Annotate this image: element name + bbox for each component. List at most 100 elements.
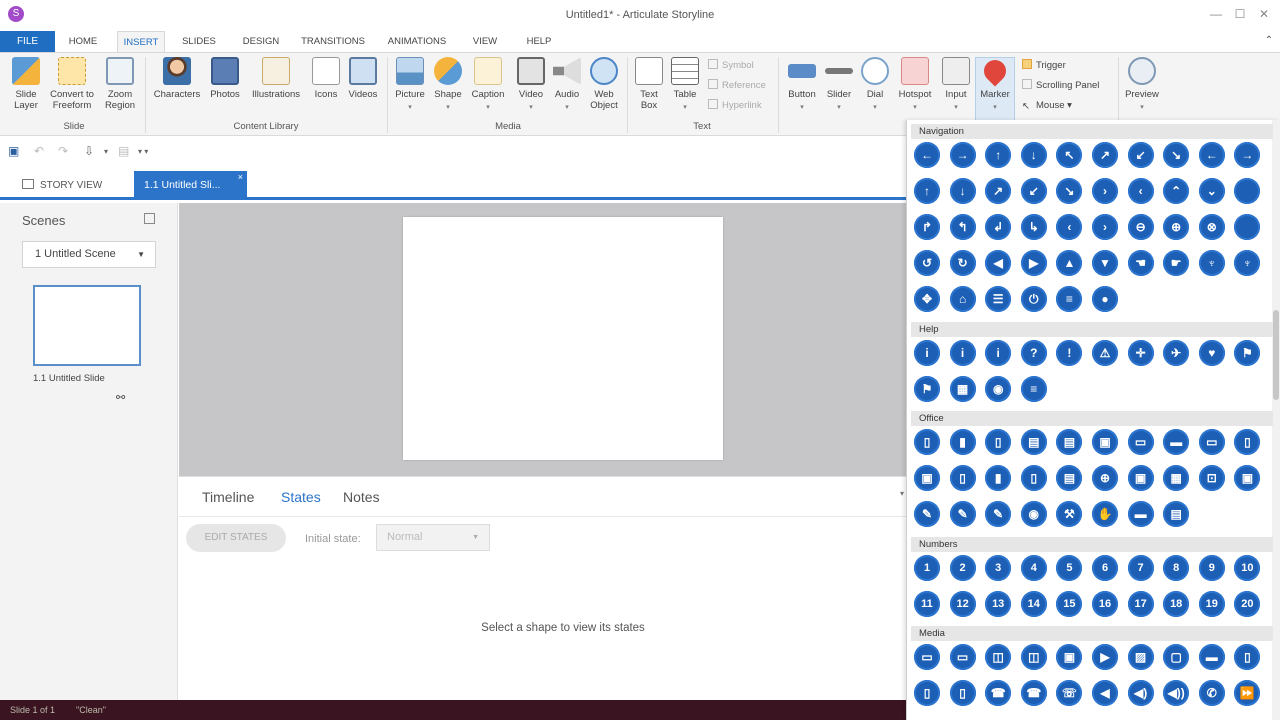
marker-media-icon[interactable]: ▯ — [1234, 644, 1261, 670]
publish-icon[interactable]: ⇩ — [84, 144, 94, 158]
marker-office-icon[interactable]: ✎ — [949, 501, 976, 527]
marker-navigation-icon[interactable]: ← — [914, 142, 940, 168]
marker-office-icon[interactable]: ⚒ — [1056, 501, 1083, 527]
slide-thumbnail[interactable] — [33, 285, 141, 366]
slider-button[interactable]: Slider ▾ — [822, 57, 856, 113]
marker-number-12[interactable]: 12 — [949, 591, 976, 617]
marker-number-11[interactable]: 11 — [914, 591, 940, 617]
icons-button[interactable]: Icons — [310, 57, 342, 100]
marker-office-icon[interactable]: ⊕ — [1092, 465, 1118, 491]
marker-navigation-icon[interactable]: ‹ — [1127, 178, 1154, 204]
marker-navigation-icon[interactable]: ⊕ — [1163, 214, 1190, 240]
marker-number-5[interactable]: 5 — [1056, 555, 1083, 581]
tab-animations[interactable]: ANIMATIONS — [381, 31, 453, 52]
tab-notes[interactable]: Notes — [343, 489, 380, 505]
marker-office-icon[interactable]: ▯ — [914, 429, 940, 455]
marker-help-icon[interactable]: i — [914, 340, 940, 366]
marker-navigation-icon[interactable]: ↘ — [1056, 178, 1083, 204]
marker-office-icon[interactable]: ▤ — [1056, 465, 1083, 491]
marker-navigation-icon[interactable]: ▲ — [1056, 250, 1083, 276]
marker-number-13[interactable]: 13 — [985, 591, 1012, 617]
marker-navigation-icon[interactable]: ⏻ — [1020, 286, 1047, 312]
marker-navigation-icon[interactable]: ↓ — [1020, 142, 1047, 168]
marker-media-icon[interactable]: ◀)) — [1163, 680, 1190, 706]
marker-navigation-icon[interactable]: ♆ — [1234, 250, 1261, 276]
marker-office-icon[interactable]: ▣ — [1127, 465, 1154, 491]
tab-states[interactable]: States — [281, 489, 321, 505]
format-painter-icon[interactable]: ▤ — [118, 144, 129, 158]
marker-navigation-icon[interactable]: ◀ — [985, 250, 1012, 276]
marker-navigation-icon[interactable]: ↖ — [1056, 142, 1083, 168]
hotspot-button[interactable]: Hotspot ▾ — [894, 57, 936, 113]
marker-navigation-icon[interactable]: ● — [1092, 286, 1118, 312]
marker-office-icon[interactable]: ▣ — [914, 465, 940, 491]
marker-office-icon[interactable]: ▣ — [1234, 465, 1261, 491]
marker-navigation-icon[interactable]: ☛ — [1163, 250, 1190, 276]
marker-number-10[interactable]: 10 — [1234, 555, 1261, 581]
marker-media-icon[interactable]: ▭ — [949, 644, 976, 670]
marker-office-icon[interactable]: ✎ — [914, 501, 940, 527]
photos-button[interactable]: Photos — [205, 57, 245, 100]
trigger-button[interactable]: Trigger — [1022, 59, 1066, 73]
marker-office-icon[interactable]: ▭ — [1127, 429, 1154, 455]
marker-navigation-icon[interactable]: ↑ — [914, 178, 940, 204]
marker-office-icon[interactable]: ✋ — [1092, 501, 1118, 527]
tab-slides[interactable]: SLIDES — [175, 31, 223, 52]
marker-navigation-icon[interactable] — [1234, 214, 1261, 240]
marker-help-icon[interactable]: ✈ — [1163, 340, 1190, 366]
tab-design[interactable]: DESIGN — [236, 31, 286, 52]
videos-button[interactable]: Videos — [344, 57, 382, 100]
marker-navigation-icon[interactable]: ↻ — [949, 250, 976, 276]
marker-media-icon[interactable]: ◫ — [1020, 644, 1047, 670]
marker-office-icon[interactable]: ▯ — [949, 465, 976, 491]
marker-media-icon[interactable]: ◫ — [985, 644, 1012, 670]
slide-stage[interactable] — [403, 217, 723, 460]
customize-toolbar-icon[interactable]: ▾ ▾ — [138, 147, 148, 156]
marker-help-icon[interactable]: ♥ — [1198, 340, 1225, 366]
minimize-button[interactable]: — — [1204, 4, 1228, 24]
marker-navigation-icon[interactable]: ☚ — [1127, 250, 1154, 276]
marker-navigation-icon[interactable]: ⌄ — [1198, 178, 1225, 204]
gallery-scrollbar[interactable] — [1272, 120, 1280, 720]
marker-media-icon[interactable]: ▯ — [949, 680, 976, 706]
edit-states-button[interactable]: EDIT STATES — [186, 524, 286, 552]
marker-navigation-icon[interactable]: ‹ — [1056, 214, 1083, 240]
marker-number-15[interactable]: 15 — [1056, 591, 1083, 617]
marker-navigation-icon[interactable]: ↙ — [1020, 178, 1047, 204]
collapse-panel-icon[interactable]: ▾ — [900, 489, 904, 498]
collapse-ribbon-icon[interactable]: ⌃ — [1262, 33, 1276, 49]
illustrations-button[interactable]: Illustrations — [246, 57, 306, 100]
marker-office-icon[interactable]: ◉ — [1020, 501, 1047, 527]
marker-navigation-icon[interactable]: ✥ — [914, 286, 940, 312]
marker-media-icon[interactable]: ☎ — [985, 680, 1012, 706]
marker-navigation-icon[interactable]: ↙ — [1127, 142, 1154, 168]
marker-navigation-icon[interactable]: ↘ — [1163, 142, 1190, 168]
marker-office-icon[interactable]: ▬ — [1163, 429, 1190, 455]
marker-help-icon[interactable]: ▦ — [949, 376, 976, 402]
marker-help-icon[interactable]: i — [985, 340, 1012, 366]
marker-help-icon[interactable]: ! — [1056, 340, 1083, 366]
marker-navigation-icon[interactable]: › — [1092, 214, 1118, 240]
marker-office-icon[interactable]: ▯ — [1020, 465, 1047, 491]
marker-office-icon[interactable]: ▭ — [1198, 429, 1225, 455]
caption-button[interactable]: Caption ▾ — [467, 57, 509, 113]
marker-help-icon[interactable]: i — [949, 340, 976, 366]
marker-office-icon[interactable]: ⊡ — [1198, 465, 1225, 491]
marker-number-2[interactable]: 2 — [949, 555, 976, 581]
mouse-button[interactable]: ↖ Mouse ▾ — [1022, 99, 1072, 113]
reference-button[interactable]: Reference — [708, 79, 766, 93]
tab-help[interactable]: HELP — [520, 31, 558, 52]
marker-number-6[interactable]: 6 — [1092, 555, 1118, 581]
story-view-tab[interactable]: STORY VIEW — [22, 175, 102, 197]
symbol-button[interactable]: Symbol — [708, 59, 754, 73]
marker-office-icon[interactable]: ▯ — [1234, 429, 1261, 455]
marker-media-icon[interactable]: ▢ — [1163, 644, 1190, 670]
marker-navigation-icon[interactable]: ↓ — [949, 178, 976, 204]
marker-number-7[interactable]: 7 — [1127, 555, 1154, 581]
marker-navigation-icon[interactable]: → — [949, 142, 976, 168]
marker-help-icon[interactable]: ? — [1020, 340, 1047, 366]
marker-number-16[interactable]: 16 — [1092, 591, 1118, 617]
tab-timeline[interactable]: Timeline — [202, 489, 254, 505]
marker-navigation-icon[interactable]: ⌂ — [949, 286, 976, 312]
marker-help-icon[interactable]: ◉ — [985, 376, 1012, 402]
